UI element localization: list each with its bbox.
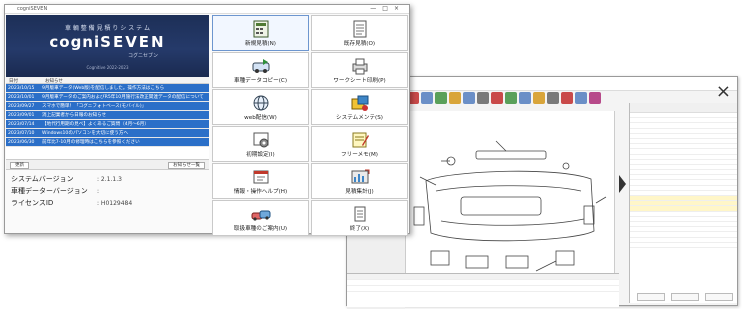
menu-tile-grid: 新規見積(N) 既存見積(O) 車種データコピー(C) ワークシート印刷(P) …	[212, 15, 408, 237]
initial-settings-icon	[253, 132, 268, 148]
update-button[interactable]: 更新	[10, 162, 29, 169]
news-item[interactable]: 2023/07/14 【地代行用期の見べ】よくあるご質問（4月〜6月）	[6, 120, 209, 129]
new-estimate-icon	[253, 20, 268, 38]
toolbar-tool-icon[interactable]	[547, 92, 559, 104]
news-action-bar: 更新 お知らせ一覧	[6, 159, 209, 170]
news-item[interactable]: 2023/09/01 消上記業者から日報のお知らせ	[6, 111, 209, 120]
toolbar-tool-icon[interactable]	[505, 92, 517, 104]
version-info: システムバージョン : 2.1.1.3 車種データーバージョン: ライセンスID:…	[11, 173, 207, 209]
worksheet-print-icon	[352, 58, 367, 75]
banner-copyright: Cognitive 2022-2023	[86, 65, 129, 70]
tile-initial-settings[interactable]: 初期設定(I)	[212, 126, 309, 162]
news-col-notice: お知らせ	[45, 79, 63, 84]
help-icon	[253, 170, 268, 184]
existing-estimate-icon	[353, 20, 366, 38]
tile-estimate-summary[interactable]: 見積集計(J)	[311, 163, 408, 199]
tile-vehicle-guide[interactable]: 取扱車種のご案内(U)	[212, 200, 309, 237]
system-version-label: システムバージョン	[11, 175, 74, 183]
license-value: : H0129484	[97, 199, 133, 207]
news-item[interactable]: 2023/06/30 前年比7-10月の修理時はこちらを参照ください	[6, 138, 209, 147]
vehicle-version-label: 車種データーバージョン	[11, 187, 88, 195]
tile-system-maintenance[interactable]: システムメンテ(S)	[311, 89, 408, 125]
parts-footer-button[interactable]	[671, 293, 699, 301]
tile-existing-estimate[interactable]: 既存見積(O)	[311, 15, 408, 51]
parts-list-panel	[629, 103, 737, 303]
product-logo: cogniSEVEN	[49, 33, 166, 51]
close-icon[interactable]: ×	[716, 83, 731, 101]
expand-arrow-icon[interactable]	[619, 175, 626, 193]
toolbar-tool-icon[interactable]	[575, 92, 587, 104]
vehicle-version-value: :	[97, 187, 100, 195]
news-list: 日付 お知らせ 2023/10/15 9月版車データ(Web版)を配信しました。操…	[6, 77, 209, 159]
system-version-value: : 2.1.1.3	[97, 175, 122, 183]
news-item[interactable]: 2023/10/01 9月版車データのご案内およびR5年10月施行法改正関連データ…	[6, 93, 209, 102]
vehicle-data-copy-icon	[252, 59, 269, 74]
tile-new-estimate[interactable]: 新規見積(N)	[212, 15, 309, 51]
logo-kana: コグニセブン	[128, 53, 159, 59]
toolbar-tool-icon[interactable]	[589, 92, 601, 104]
product-banner: 車 輌 整 備 見 積 り シ ス テ ム cogniSEVEN コグニセブン …	[6, 15, 209, 77]
toolbar-tool-icon[interactable]	[449, 92, 461, 104]
toolbar-tool-icon[interactable]	[463, 92, 475, 104]
parts-toolbar	[407, 92, 657, 106]
screenshot-stage: × cogniSEVEN —□× 車 輌 整 備 見 積 り シ ス テ ム c…	[0, 0, 742, 309]
news-item[interactable]: 2023/10/15 9月版車データ(Web版)を配信しました。操作方法はこちら	[6, 84, 209, 93]
news-col-date: 日付	[9, 79, 18, 84]
toolbar-tool-icon[interactable]	[477, 92, 489, 104]
window-controls[interactable]: —□×	[370, 5, 405, 12]
vehicle-guide-icon	[251, 210, 270, 222]
news-list-button[interactable]: お知らせ一覧	[168, 162, 205, 169]
toolbar-tool-icon[interactable]	[561, 92, 573, 104]
main-menu-window: cogniSEVEN —□× 車 輌 整 備 見 積 り シ ス テ ム cog…	[4, 4, 410, 237]
free-memo-icon	[352, 132, 369, 148]
toolbar-tool-icon[interactable]	[421, 92, 433, 104]
exit-icon	[354, 206, 365, 222]
news-header: 日付 お知らせ	[6, 77, 209, 84]
toolbar-tool-icon[interactable]	[435, 92, 447, 104]
toolbar-tool-icon[interactable]	[519, 92, 531, 104]
tile-vehicle-data-copy[interactable]: 車種データコピー(C)	[212, 52, 309, 88]
tile-exit[interactable]: 終了(X)	[311, 200, 408, 237]
selected-parts-table	[347, 273, 619, 307]
news-item[interactable]: 2023/09/27 スマホで簡単！「コグニフォトベース(モバイル)」	[6, 102, 209, 111]
tile-web-delivery[interactable]: web配信(W)	[212, 89, 309, 125]
window-title: cogniSEVEN	[17, 6, 48, 12]
toolbar-tool-icon[interactable]	[491, 92, 503, 104]
parts-footer-button[interactable]	[637, 293, 665, 301]
web-delivery-icon	[253, 95, 268, 111]
main-window-titlebar: cogniSEVEN —□×	[5, 5, 409, 14]
system-maintenance-icon	[351, 95, 368, 112]
tile-help[interactable]: 情報・操作ヘルプ(H)	[212, 163, 309, 199]
parts-footer-buttons	[637, 293, 733, 301]
banner-subtitle: 車 輌 整 備 見 積 り シ ス テ ム	[64, 25, 151, 32]
tile-worksheet-print[interactable]: ワークシート印刷(P)	[311, 52, 408, 88]
news-item[interactable]: 2023/07/10 Windows10のパソコンを大切に使う方へ	[6, 129, 209, 138]
license-label: ライセンスID	[11, 199, 54, 207]
toolbar-tool-icon[interactable]	[533, 92, 545, 104]
parts-footer-button[interactable]	[705, 293, 733, 301]
estimate-summary-icon	[351, 169, 369, 184]
tile-free-memo[interactable]: フリーメモ(M)	[311, 126, 408, 162]
